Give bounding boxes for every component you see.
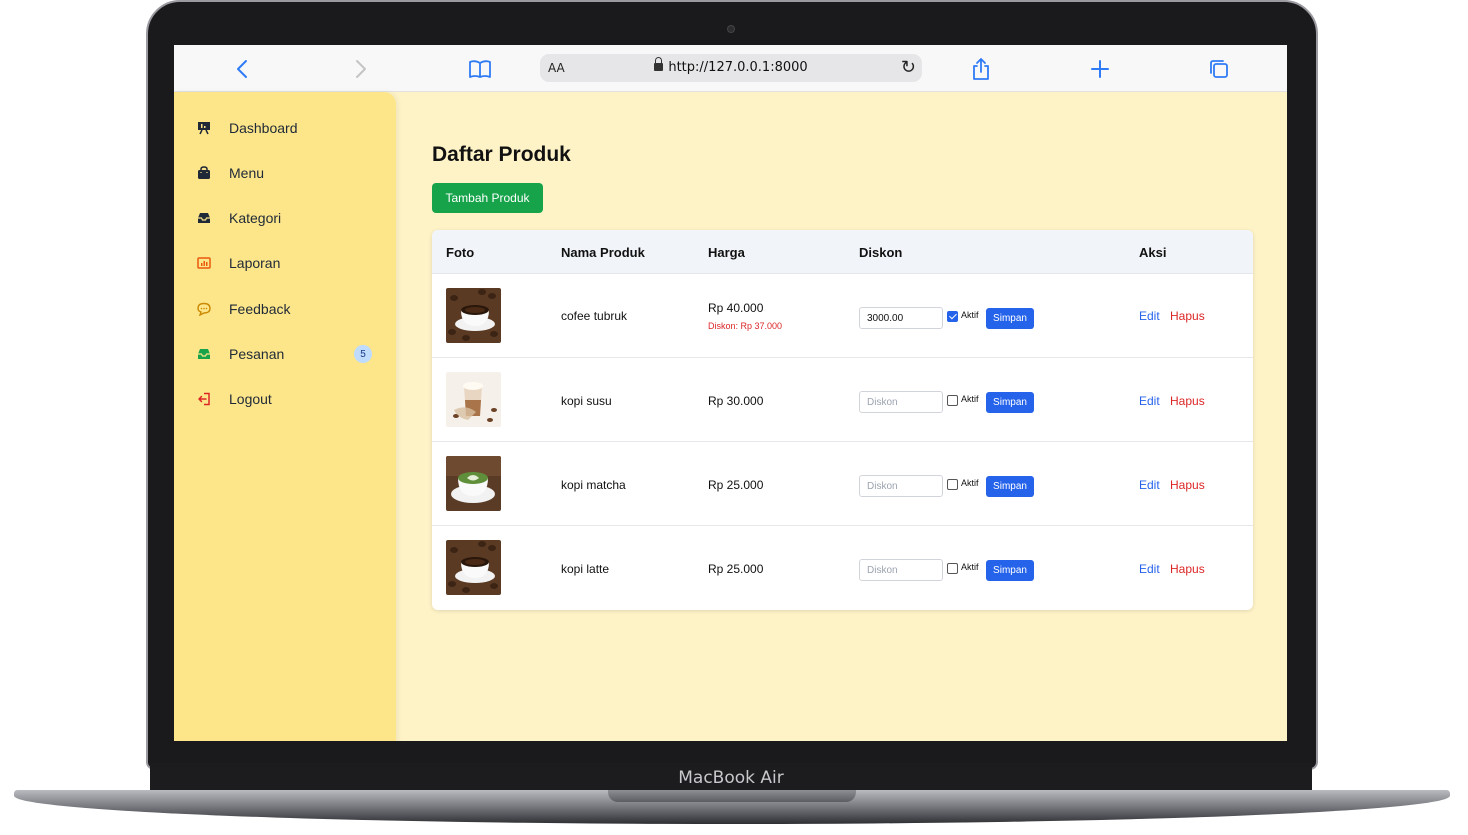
save-discount-button[interactable]: Simpan (986, 560, 1034, 581)
save-discount-button[interactable]: Simpan (986, 308, 1034, 329)
sidebar-item-label: Laporan (229, 255, 281, 271)
sidebar-item-pesanan[interactable]: Pesanan 5 (196, 342, 376, 366)
book-icon[interactable] (466, 55, 494, 83)
edit-link[interactable]: Edit (1139, 478, 1160, 492)
add-product-button[interactable]: Tambah Produk (432, 183, 543, 213)
sidebar-item-label: Dashboard (229, 120, 298, 136)
tabs-icon[interactable] (1205, 55, 1233, 83)
active-checkbox[interactable] (947, 479, 958, 490)
edit-link[interactable]: Edit (1139, 562, 1160, 576)
sidebar: Dashboard Menu Kategori Laporan Feedback (174, 92, 396, 741)
shopping-bag-icon (196, 165, 212, 181)
sidebar-item-label: Menu (229, 165, 265, 181)
share-icon[interactable] (967, 55, 995, 83)
product-photo-iced-coffee (446, 372, 501, 427)
table-row: kopi susu Rp 30.000 Aktif Simpan Edit Ha… (432, 358, 1253, 442)
url-text: http://127.0.0.1:8000 (668, 60, 808, 75)
logout-icon (196, 391, 212, 407)
save-discount-button[interactable]: Simpan (986, 476, 1034, 497)
webcam (727, 25, 735, 33)
chart-icon (196, 255, 212, 271)
product-table: Foto Nama Produk Harga Diskon Aksi cofee… (432, 230, 1253, 610)
laptop-chin: MacBook Air (150, 763, 1312, 793)
sidebar-item-label: Feedback (229, 301, 291, 317)
discount-input[interactable] (859, 307, 943, 329)
chevron-left-icon[interactable] (228, 55, 256, 83)
browser-toolbar: AA http://127.0.0.1:8000 ↻ (174, 45, 1287, 92)
discount-input[interactable] (859, 475, 943, 497)
product-price: Rp 25.000 (708, 478, 764, 492)
sidebar-item-dashboard[interactable]: Dashboard (196, 116, 376, 140)
product-price: Rp 40.000 (708, 301, 764, 315)
product-photo-coffee-beans (446, 540, 501, 595)
sidebar-item-logout[interactable]: Logout (196, 387, 376, 411)
product-name: kopi susu (561, 394, 612, 408)
product-photo-matcha-latte (446, 456, 501, 511)
inbox-tray-icon (196, 346, 212, 362)
sidebar-item-label: Logout (229, 391, 272, 407)
product-price: Rp 25.000 (708, 562, 764, 576)
active-checkbox-label: Aktif (961, 478, 979, 488)
column-header-nama-produk: Nama Produk (561, 245, 645, 260)
lock-icon (654, 57, 664, 71)
delete-link[interactable]: Hapus (1170, 478, 1205, 492)
edit-link[interactable]: Edit (1139, 309, 1160, 323)
table-row: cofee tubruk Rp 40.000 Diskon: Rp 37.000… (432, 274, 1253, 358)
product-name: kopi latte (561, 562, 610, 576)
plus-icon[interactable] (1086, 55, 1114, 83)
page-title: Daftar Produk (432, 143, 571, 166)
save-discount-button[interactable]: Simpan (986, 392, 1034, 413)
reload-icon[interactable]: ↻ (901, 57, 916, 78)
sidebar-item-label: Kategori (229, 210, 282, 226)
active-checkbox-label: Aktif (961, 310, 979, 320)
active-checkbox-label: Aktif (961, 562, 979, 572)
sidebar-item-kategori[interactable]: Kategori (196, 206, 376, 230)
product-name: kopi matcha (561, 478, 626, 492)
chat-icon (196, 301, 212, 317)
laptop-brand-label: MacBook Air (678, 768, 784, 788)
discount-price-note: Diskon: Rp 37.000 (708, 321, 783, 331)
sidebar-item-laporan[interactable]: Laporan (196, 251, 376, 275)
column-header-diskon: Diskon (859, 245, 903, 260)
column-header-aksi: Aksi (1139, 245, 1167, 260)
column-header-foto: Foto (446, 245, 475, 260)
table-row: kopi matcha Rp 25.000 Aktif Simpan Edit … (432, 442, 1253, 526)
column-header-harga: Harga (708, 245, 745, 260)
product-price: Rp 30.000 (708, 394, 764, 408)
sidebar-item-menu[interactable]: Menu (196, 161, 376, 185)
inbox-icon (196, 210, 212, 226)
active-checkbox[interactable] (947, 395, 958, 406)
table-header: Foto Nama Produk Harga Diskon Aksi (432, 230, 1253, 274)
chevron-right-icon[interactable] (347, 55, 375, 83)
product-photo-coffee-beans (446, 288, 501, 343)
active-checkbox[interactable] (947, 563, 958, 574)
presentation-icon (196, 120, 212, 136)
laptop-notch (608, 790, 856, 802)
discount-input[interactable] (859, 559, 943, 581)
product-name: cofee tubruk (561, 309, 628, 323)
delete-link[interactable]: Hapus (1170, 562, 1205, 576)
active-checkbox-label: Aktif (961, 394, 979, 404)
address-bar[interactable]: AA http://127.0.0.1:8000 ↻ (540, 54, 922, 82)
pesanan-count-badge: 5 (354, 345, 372, 363)
delete-link[interactable]: Hapus (1170, 309, 1205, 323)
edit-link[interactable]: Edit (1139, 394, 1160, 408)
sidebar-item-feedback[interactable]: Feedback (196, 297, 376, 321)
active-checkbox[interactable] (947, 311, 958, 322)
discount-input[interactable] (859, 391, 943, 413)
delete-link[interactable]: Hapus (1170, 394, 1205, 408)
sidebar-item-label: Pesanan (229, 346, 285, 362)
screen: AA http://127.0.0.1:8000 ↻ Dashboard Men… (174, 45, 1287, 741)
table-row: kopi latte Rp 25.000 Aktif Simpan Edit H… (432, 526, 1253, 610)
